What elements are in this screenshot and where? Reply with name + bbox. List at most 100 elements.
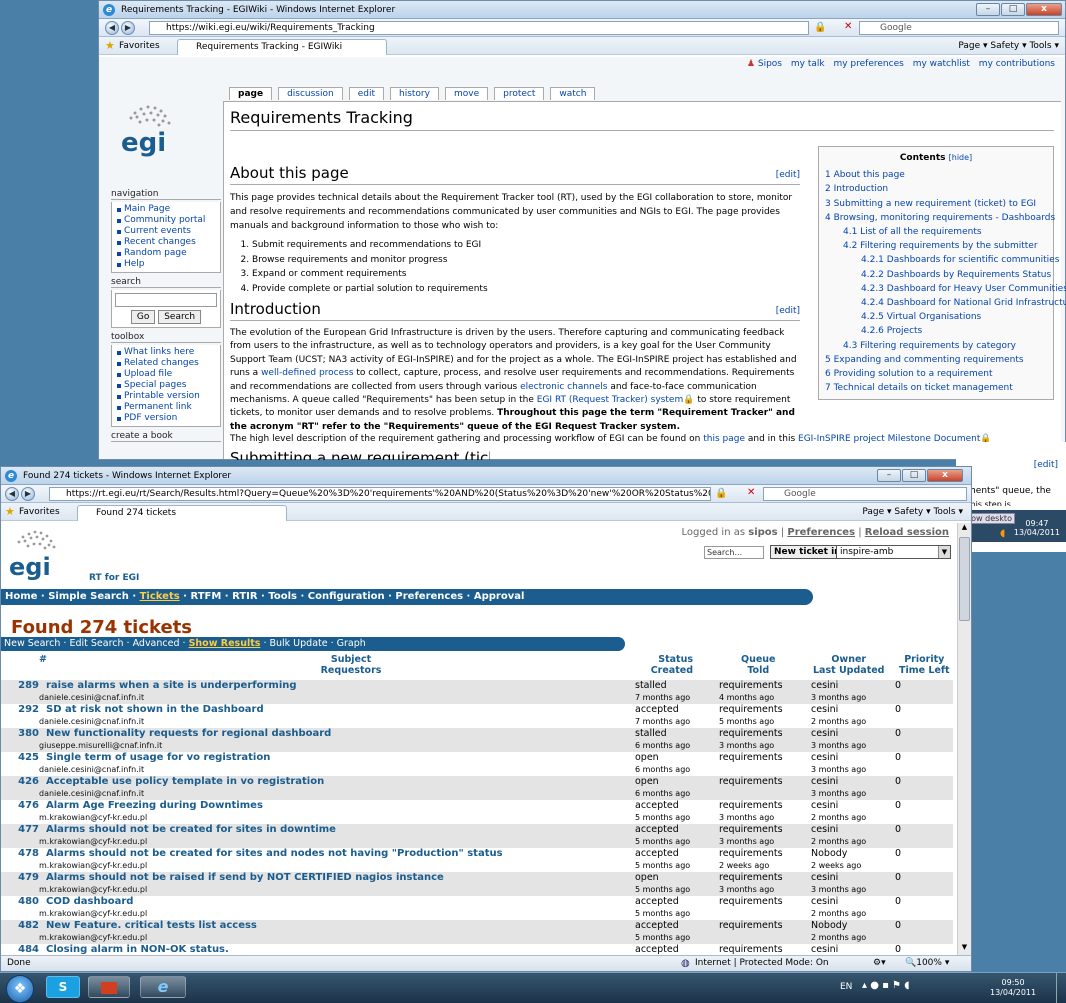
settings-icon[interactable]: ⚙▾ bbox=[873, 956, 886, 971]
toolbox-related-changes[interactable]: Related changes bbox=[116, 358, 216, 369]
col-owner[interactable]: Owner Last Updated bbox=[813, 654, 884, 676]
rt-command-bar[interactable]: Page ▾ Safety ▾ Tools ▾ bbox=[862, 503, 963, 521]
toc-item[interactable]: 6 Providing solution to a requirement bbox=[825, 367, 1047, 381]
preferences-link[interactable]: Preferences bbox=[787, 527, 855, 538]
forward-icon[interactable]: ▶ bbox=[121, 21, 135, 35]
toc-hide-link[interactable]: [hide] bbox=[949, 153, 973, 162]
toc-item[interactable]: 4.2.6 Projects bbox=[825, 324, 1047, 338]
nav-main-page[interactable]: Main Page bbox=[116, 204, 216, 215]
toc-item[interactable]: 4.2.5 Virtual Organisations bbox=[825, 310, 1047, 324]
toolbox-permanent-link[interactable]: Permanent link bbox=[116, 402, 216, 413]
my-preferences-link[interactable]: my preferences bbox=[833, 59, 903, 69]
egi-logo[interactable]: egi bbox=[115, 99, 185, 159]
ticket-id[interactable]: 426 bbox=[15, 776, 39, 788]
rt-tab[interactable]: Found 274 tickets bbox=[77, 505, 287, 521]
forward-icon[interactable]: ▶ bbox=[21, 487, 35, 501]
ticket-id[interactable]: 480 bbox=[15, 896, 39, 908]
menu-home[interactable]: Home bbox=[5, 591, 37, 602]
rt-url-field[interactable]: https://rt.egi.eu/rt/Search/Results.html… bbox=[49, 487, 711, 501]
search-button[interactable]: Search bbox=[158, 310, 202, 324]
wiki-command-bar[interactable]: Page ▾ Safety ▾ Tools ▾ bbox=[958, 37, 1059, 55]
ticket-id[interactable]: 292 bbox=[15, 704, 39, 716]
ticket-id[interactable]: 425 bbox=[15, 752, 39, 764]
toc-item[interactable]: 2 Introduction bbox=[825, 182, 1047, 196]
tab-page[interactable]: page bbox=[229, 87, 273, 100]
rt-quick-search[interactable]: Search... bbox=[704, 546, 764, 559]
egi-rt-link[interactable]: EGI RT (Request Tracker) system bbox=[537, 395, 683, 405]
reload-session-link[interactable]: Reload session bbox=[865, 527, 949, 538]
menu-tickets[interactable]: Tickets bbox=[140, 591, 180, 602]
wiki-search-field[interactable]: Google bbox=[859, 21, 1059, 35]
queue-select[interactable]: inspire-amb ▼ bbox=[836, 545, 951, 559]
go-button[interactable]: Go bbox=[130, 310, 156, 324]
scrollbar-thumb[interactable] bbox=[959, 537, 970, 621]
ticket-subject[interactable]: Acceptable use policy template in vo reg… bbox=[46, 776, 324, 788]
toc-item[interactable]: 4.3 Filtering requirements by category bbox=[825, 339, 1047, 353]
ticket-subject[interactable]: COD dashboard bbox=[46, 896, 133, 908]
sub-edit-search[interactable]: Edit Search bbox=[69, 638, 123, 649]
ticket-id[interactable]: 484 bbox=[15, 944, 39, 955]
toolbox-what-links-here[interactable]: What links here bbox=[116, 347, 216, 358]
menu-preferences[interactable]: Preferences bbox=[395, 591, 463, 602]
sub-show-results[interactable]: Show Results bbox=[189, 638, 261, 649]
back-icon[interactable]: ◀ bbox=[5, 487, 19, 501]
minimize-button[interactable]: – bbox=[976, 3, 1000, 16]
nav-help[interactable]: Help bbox=[116, 259, 216, 270]
rt-scrollbar[interactable]: ▲ ▼ bbox=[957, 523, 971, 955]
status-zoom[interactable]: 🔍100% ▾ bbox=[905, 956, 949, 971]
rt-favorites[interactable]: Favorites bbox=[19, 503, 60, 521]
toolbox-pdf-version[interactable]: PDF version bbox=[116, 413, 216, 424]
col-queue[interactable]: Queue Told bbox=[741, 654, 776, 676]
my-talk-link[interactable]: my talk bbox=[791, 59, 825, 69]
sub-new-search[interactable]: New Search bbox=[4, 638, 60, 649]
ticket-subject[interactable]: SD at risk not shown in the Dashboard bbox=[46, 704, 264, 716]
toolbox-printable-version[interactable]: Printable version bbox=[116, 391, 216, 402]
menu-rtfm[interactable]: RTFM bbox=[190, 591, 221, 602]
ticket-id[interactable]: 482 bbox=[15, 920, 39, 932]
ticket-subject[interactable]: Alarms should not be created for sites i… bbox=[46, 824, 336, 836]
nav-recent-changes[interactable]: Recent changes bbox=[116, 237, 216, 248]
menu-configuration[interactable]: Configuration bbox=[308, 591, 385, 602]
nav-community-portal[interactable]: Community portal bbox=[116, 215, 216, 226]
tray-icons[interactable]: ▴ ● ▪ ⚑ ◖ bbox=[862, 980, 909, 991]
scroll-up-icon[interactable]: ▲ bbox=[959, 523, 970, 535]
col-status[interactable]: Status Created bbox=[651, 654, 693, 676]
ticket-subject[interactable]: New functionality requests for regional … bbox=[46, 728, 331, 740]
close-button[interactable]: x bbox=[927, 469, 963, 482]
wiki-tab[interactable]: Requirements Tracking - EGIWiki bbox=[177, 39, 387, 55]
milestone-doc-link[interactable]: EGI-InSPIRE project Milestone Document bbox=[798, 434, 980, 444]
electronic-channels-link[interactable]: electronic channels bbox=[520, 382, 607, 392]
ticket-id[interactable]: 380 bbox=[15, 728, 39, 740]
my-contributions-link[interactable]: my contributions bbox=[979, 59, 1055, 69]
user-link[interactable]: Sipos bbox=[758, 59, 782, 69]
rt-logo[interactable]: egi bbox=[9, 527, 99, 587]
toc-item[interactable]: 3 Submitting a new requirement (ticket) … bbox=[825, 197, 1047, 211]
ticket-id[interactable]: 477 bbox=[15, 824, 39, 836]
col-number[interactable]: # bbox=[39, 654, 47, 665]
toolbox-special-pages[interactable]: Special pages bbox=[116, 380, 216, 391]
toc-item[interactable]: 4.2 Filtering requirements by the submit… bbox=[825, 239, 1047, 253]
show-desktop-strip[interactable] bbox=[1056, 973, 1066, 1003]
this-page-link[interactable]: this page bbox=[703, 434, 745, 444]
toc-item[interactable]: 4.2.4 Dashboard for National Grid Infras… bbox=[825, 296, 1066, 310]
submitting-edit-link[interactable]: [edit] bbox=[1034, 460, 1058, 470]
tab-discussion[interactable]: discussion bbox=[278, 87, 343, 100]
menu-simple-search[interactable]: Simple Search bbox=[48, 591, 129, 602]
about-edit-link[interactable]: [edit] bbox=[776, 170, 800, 180]
back-icon[interactable]: ◀ bbox=[105, 21, 119, 35]
menu-rtir[interactable]: RTIR bbox=[232, 591, 258, 602]
col-subject[interactable]: Subject Requestors bbox=[251, 654, 451, 676]
ticket-subject[interactable]: New Feature. critical tests list access bbox=[46, 920, 257, 932]
language-indicator[interactable]: EN bbox=[840, 982, 852, 992]
ie-taskbar-icon[interactable]: e bbox=[140, 976, 186, 998]
ticket-subject[interactable]: raise alarms when a site is underperform… bbox=[46, 680, 297, 692]
start-orb-icon[interactable]: ❖ bbox=[6, 975, 34, 1003]
media-icon[interactable] bbox=[88, 976, 130, 998]
sub-advanced[interactable]: Advanced bbox=[133, 638, 180, 649]
new-ticket-button[interactable]: New ticket in bbox=[770, 545, 845, 559]
ticket-id[interactable]: 479 bbox=[15, 872, 39, 884]
toc-item[interactable]: 4.1 List of all the requirements bbox=[825, 225, 1047, 239]
ticket-subject[interactable]: Alarms should not be raised if send by N… bbox=[46, 872, 444, 884]
sub-bulk-update[interactable]: Bulk Update bbox=[269, 638, 327, 649]
intro-edit-link[interactable]: [edit] bbox=[776, 306, 800, 316]
